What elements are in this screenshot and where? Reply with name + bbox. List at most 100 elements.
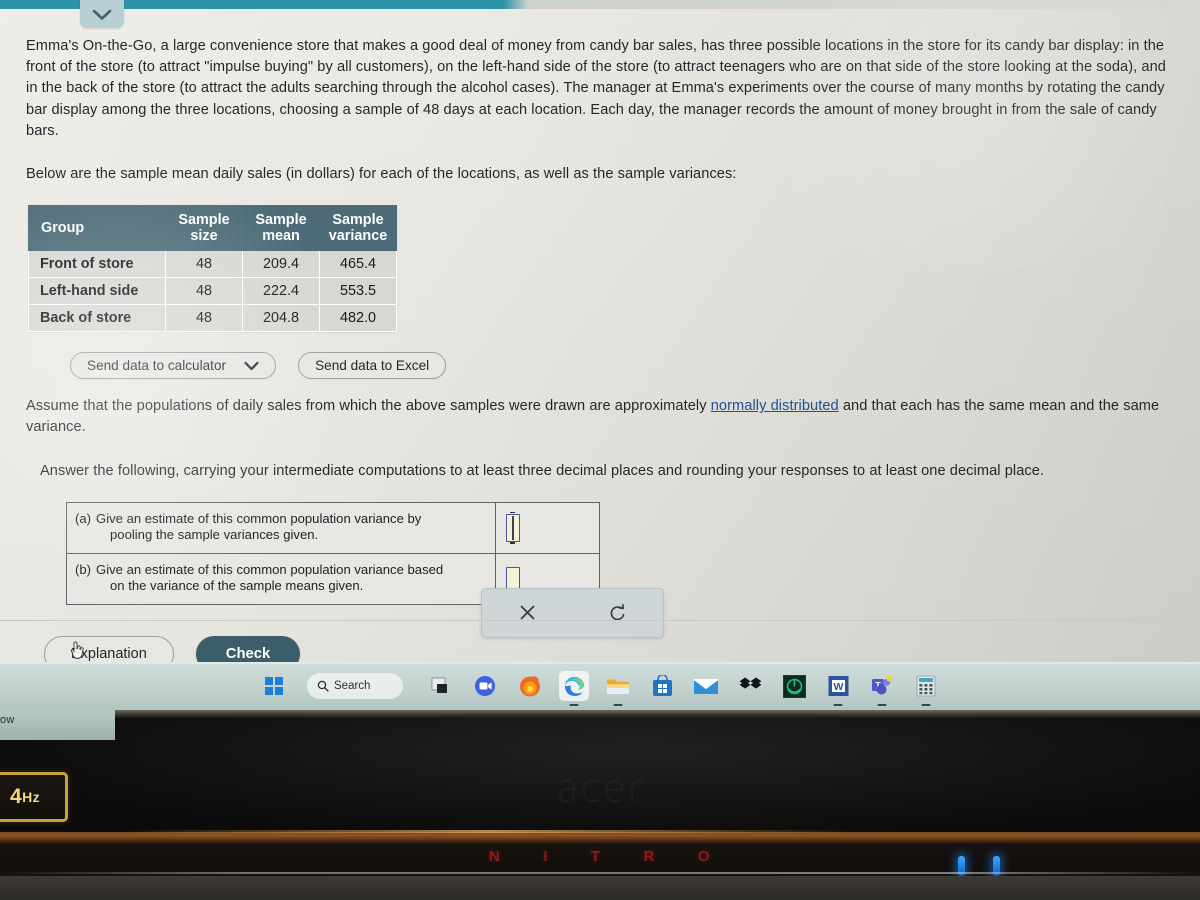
send-data-to-excel-button[interactable]: Send data to Excel (298, 352, 447, 380)
file-explorer-icon (607, 679, 629, 694)
table-row: Left-hand side 48 222.4 553.5 (28, 277, 397, 306)
offscreen-sage-area (0, 710, 115, 740)
answer-toolbar (481, 587, 664, 638)
cell-sample-size: 48 (165, 250, 243, 279)
screen-bezel-edge (0, 710, 1200, 718)
column-header-sample-mean: Sample mean (242, 205, 320, 252)
question-b-text: (b) Give an estimate of this common popu… (67, 554, 495, 604)
sticker-number: 4 (9, 785, 23, 808)
nitro-letter: T (590, 848, 602, 865)
check-button[interactable]: Check (195, 636, 301, 662)
table-intro-text: Below are the sample mean daily sales (i… (26, 166, 737, 183)
column-header-sample-size: Sample size (165, 205, 243, 252)
problem-statement-text: Emma's On-the-Go, a large convenience st… (26, 38, 1166, 139)
nitro-model-text: N I T R O (489, 848, 711, 865)
cell-sample-variance: 465.4 (319, 250, 397, 279)
task-view-button[interactable] (427, 671, 457, 701)
sticker-unit: Hz (22, 789, 41, 805)
search-icon (317, 680, 329, 692)
table-head: Group Sample size Sample mean Sample varian… (28, 205, 397, 252)
answer-section: (a) Give an estimate of this common popu… (66, 501, 664, 638)
question-a-answer-cell[interactable] (495, 502, 599, 553)
microsoft-store-icon (652, 675, 672, 696)
offscreen-window-text: ow (0, 714, 15, 726)
check-label: Check (225, 646, 271, 662)
table-row: Front of store 48 209.4 465.4 (28, 250, 397, 279)
cell-sample-variance: 482.0 (319, 304, 397, 333)
column-header-group: Group (28, 205, 166, 252)
answer-input-a[interactable] (506, 511, 520, 544)
search-label: Search (334, 680, 371, 692)
hand-cursor-icon (71, 641, 84, 660)
question-b-label: (b) (75, 561, 92, 577)
hinge-highlight (120, 830, 860, 833)
column-header-sample-variance: Sample variance (319, 205, 397, 252)
task-view-icon (431, 677, 447, 693)
send-data-to-calculator-button[interactable]: Send data to calculator (70, 352, 277, 380)
question-a-line2: pooling the sample variances given. (110, 527, 319, 543)
svg-text:W: W (833, 681, 843, 693)
dropbox-button[interactable] (735, 671, 765, 701)
clear-button[interactable] (482, 589, 573, 637)
explanation-button[interactable]: Explanation (44, 636, 174, 662)
app-icon (782, 674, 806, 698)
question-a-label: (a) (75, 510, 92, 526)
undo-button[interactable] (573, 589, 664, 637)
summary-statistics-table-wrapper: Group Sample size Sample mean Sample varian… (28, 205, 1200, 333)
question-a-row: (a) Give an estimate of this common popu… (66, 501, 600, 554)
laptop-hinge (0, 832, 1200, 844)
start-icon (265, 677, 283, 695)
cable (0, 872, 1200, 874)
footer-divider (0, 620, 1200, 621)
acer-brand-logo: acer (556, 766, 644, 810)
problem-statement: Emma's On-the-Go, a large convenience st… (0, 36, 1200, 142)
text-caret (512, 515, 514, 540)
dropbox-icon (739, 677, 761, 690)
normally-distributed-link[interactable]: normally distributed (711, 398, 839, 414)
instruction-text: Answer the following, carrying your inte… (40, 462, 1045, 479)
search-box[interactable]: Search (307, 673, 403, 699)
calculator-button[interactable] (911, 671, 941, 701)
file-explorer-button[interactable] (603, 671, 633, 701)
question-a-line1: Give an estimate of this common populati… (96, 510, 422, 526)
firefox-button[interactable] (515, 671, 545, 701)
calculator-icon (916, 675, 936, 697)
nitro-letter: I (543, 848, 549, 865)
cell-sample-mean: 222.4 (242, 277, 320, 306)
screenshot-root: Emma's On-the-Go, a large convenience st… (0, 0, 1200, 900)
nitro-letter: O (697, 848, 712, 865)
cell-sample-size: 48 (165, 304, 243, 333)
question-a-text: (a) Give an estimate of this common popu… (67, 503, 495, 553)
collapse-chevron-tab[interactable] (80, 0, 124, 28)
chevron-down-icon (244, 361, 259, 371)
assumption-paragraph: Assume that the populations of daily sal… (0, 396, 1200, 438)
footer-buttons: Explanation Check (44, 636, 301, 662)
zoom-button[interactable] (471, 671, 501, 701)
start-button[interactable] (259, 671, 289, 701)
question-b-line1: Give an estimate of this common populati… (96, 561, 444, 577)
table-row: Back of store 48 204.8 482.0 (28, 304, 397, 333)
table-body: Front of store 48 209.4 465.4 Left-hand … (28, 250, 397, 333)
edge-icon (564, 676, 584, 696)
teams-button[interactable]: T (867, 671, 897, 701)
mail-icon (693, 679, 719, 694)
assumption-prefix: Assume that the populations of daily sal… (26, 398, 711, 415)
summary-statistics-table: Group Sample size Sample mean Sample varian… (28, 205, 397, 333)
chevron-down-icon (92, 9, 112, 20)
microsoft-store-button[interactable] (647, 671, 677, 701)
send-data-to-excel-label: Send data to Excel (315, 358, 430, 374)
edge-button[interactable] (559, 671, 589, 701)
question-b-line2: on the variance of the sample means give… (110, 578, 364, 594)
laptop-screen: Emma's On-the-Go, a large convenience st… (0, 0, 1200, 662)
cell-group: Front of store (28, 250, 166, 279)
windows-taskbar: Search W T (0, 662, 1200, 710)
instruction-paragraph: Answer the following, carrying your inte… (0, 461, 1200, 482)
table-header-row: Group Sample size Sample mean Sample varian… (28, 205, 397, 252)
send-data-to-calculator-label: Send data to calculator (87, 358, 227, 374)
cell-group: Left-hand side (28, 277, 166, 306)
app-button[interactable] (779, 671, 809, 701)
mail-button[interactable] (691, 671, 721, 701)
nitro-letter: N (488, 848, 502, 865)
cell-sample-variance: 553.5 (319, 277, 397, 306)
word-button[interactable]: W (823, 671, 853, 701)
